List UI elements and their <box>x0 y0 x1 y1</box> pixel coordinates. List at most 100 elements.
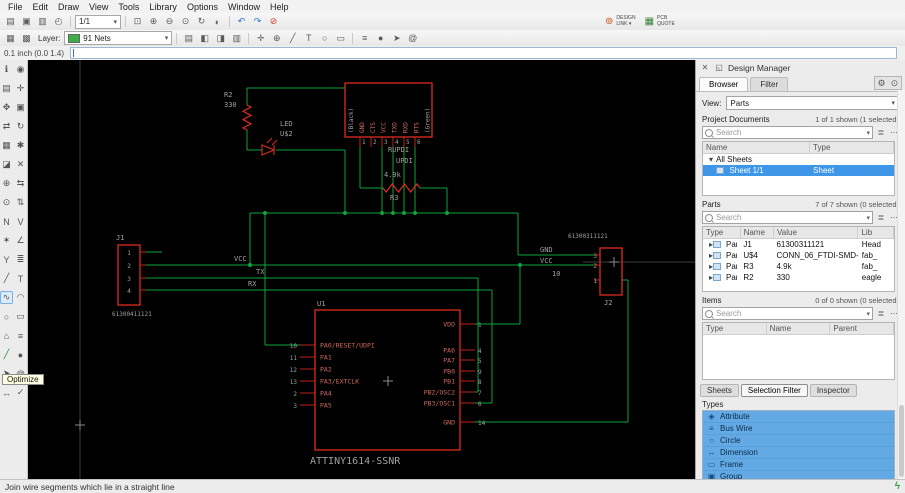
header-pin-name[interactable]: TXD <box>392 122 399 133</box>
smash-icon[interactable]: ✶ <box>0 234 13 247</box>
pin-number[interactable]: 2 <box>373 139 377 146</box>
wire-icon[interactable]: ╱ <box>0 272 13 285</box>
optimize-icon[interactable]: ∿ <box>0 291 13 304</box>
junction-dot[interactable] <box>413 211 417 215</box>
pin-number[interactable]: 6 <box>417 139 421 146</box>
grid-dots-icon[interactable]: ▩ <box>19 32 34 45</box>
gateswap-icon[interactable]: ⇅ <box>14 196 27 209</box>
mirror-icon[interactable]: ⇄ <box>0 120 13 133</box>
table-row[interactable]: ▸PartJ161300311121Head <box>703 239 894 250</box>
column-header[interactable]: Parent <box>830 323 894 334</box>
pin-number[interactable]: 9 <box>478 369 482 376</box>
net-label[interactable]: TX <box>256 268 265 276</box>
menu-help[interactable]: Help <box>265 2 294 12</box>
junction-dot[interactable] <box>391 211 395 215</box>
column-header[interactable]: Type <box>703 323 767 334</box>
menu-tools[interactable]: Tools <box>113 2 144 12</box>
zoom-out-icon[interactable]: ⊖ <box>162 15 177 28</box>
column-header[interactable]: Value <box>774 227 858 238</box>
net-label[interactable]: GND <box>540 246 553 254</box>
net-label[interactable]: R2 <box>224 91 232 99</box>
net-label[interactable]: LED <box>280 120 293 128</box>
list-view-icon[interactable]: ≣ <box>876 128 886 137</box>
pin-number[interactable]: 3 <box>293 403 297 410</box>
display-icon[interactable]: ▤ <box>0 82 13 95</box>
erc-icon[interactable]: ✓ <box>14 386 27 399</box>
column-header[interactable]: Lib <box>858 227 894 238</box>
float-panel-icon[interactable]: ◱ <box>714 63 724 73</box>
info-icon[interactable]: ℹ <box>0 63 13 76</box>
net-label[interactable]: RUPDI <box>388 146 409 154</box>
table-row[interactable]: ▾All Sheets <box>703 154 894 165</box>
u1-pin-name[interactable]: PA2 <box>320 366 332 374</box>
layer-selector[interactable]: 91 Nets ▾ <box>64 31 172 45</box>
led-symbol[interactable] <box>262 145 274 155</box>
schematic-canvas[interactable]: R2330LEDU$2RUPDIUPDI4.9kR3J161300411121V… <box>28 60 723 480</box>
list-view-icon[interactable]: ≣ <box>876 309 886 318</box>
text-tool-icon[interactable]: T <box>301 32 316 45</box>
tab-selection-filter[interactable]: Selection Filter <box>741 384 808 397</box>
zoom-in-icon[interactable]: ⊕ <box>146 15 161 28</box>
u1-pin-name[interactable]: PA4 <box>320 390 332 398</box>
move-tool-icon[interactable]: ✛ <box>253 32 268 45</box>
u1-pin-name[interactable]: PA1 <box>320 354 332 362</box>
close-icon[interactable]: ✕ <box>700 63 710 73</box>
junction-tool-icon[interactable]: ● <box>373 32 388 45</box>
header-pin-name[interactable]: (Black) <box>348 108 355 133</box>
pin-number[interactable]: 3 <box>127 276 131 283</box>
rotate-icon[interactable]: ↻ <box>14 120 27 133</box>
u1-pin-name[interactable]: PA7 <box>443 357 455 365</box>
tab-inspector[interactable]: Inspector <box>810 384 857 397</box>
net-label[interactable]: 61300411121 <box>112 311 152 318</box>
pin-number[interactable]: 12 <box>290 367 298 374</box>
pin-number[interactable]: 4 <box>395 139 399 146</box>
panel-settings-icon[interactable]: ⚙ <box>875 77 888 89</box>
type-row-attribute[interactable]: ◈Attribute <box>703 411 894 423</box>
pinswap-icon[interactable]: ⇆ <box>14 177 27 190</box>
text-icon[interactable]: T <box>14 272 27 285</box>
menu-window[interactable]: Window <box>223 2 265 12</box>
u1-pin-name[interactable]: VDD <box>443 321 455 329</box>
pin-number[interactable]: 1 <box>362 139 366 146</box>
scrollbar-thumb[interactable] <box>899 405 904 477</box>
column-header[interactable]: Name <box>741 227 774 238</box>
delete-icon[interactable]: ✕ <box>14 158 27 171</box>
u1-pin-name[interactable]: PA0/RESET/UDPI <box>320 342 375 350</box>
menu-library[interactable]: Library <box>144 2 182 12</box>
table-row[interactable]: Sheet 1/1Sheet <box>703 165 894 176</box>
redraw-icon[interactable]: ↻ <box>194 15 209 28</box>
type-row-dimension[interactable]: ↔Dimension <box>703 447 894 459</box>
menu-view[interactable]: View <box>84 2 113 12</box>
pin-number[interactable]: 10 <box>290 343 298 350</box>
net-label[interactable]: J1 <box>116 234 124 242</box>
pin-number[interactable]: 1 <box>127 250 131 257</box>
search-input-documents[interactable]: Search▾ <box>702 126 873 139</box>
table-row[interactable]: ▸PartR2330eagle <box>703 272 894 283</box>
column-header[interactable]: Type <box>703 227 741 238</box>
invoke-icon[interactable]: ≣ <box>14 253 27 266</box>
zoom-fit-icon[interactable]: ⊡ <box>130 15 145 28</box>
pin-number[interactable]: 5 <box>406 139 410 146</box>
rows-icon[interactable]: ▥ <box>229 32 244 45</box>
bus-tool-icon[interactable]: ≡ <box>357 32 372 45</box>
u1-pin-name[interactable]: PB3/OSC1 <box>424 400 455 408</box>
replace-icon[interactable]: ⊙ <box>0 196 13 209</box>
expand-arrow-icon[interactable]: ▸ <box>706 262 713 271</box>
table-row[interactable]: ▸PartR34.9kfab_ <box>703 261 894 272</box>
u1-pin-name[interactable]: PB0 <box>443 368 455 376</box>
change-icon[interactable]: ✱ <box>14 139 27 152</box>
net-label[interactable]: UPDI <box>396 157 413 165</box>
junction-dot[interactable] <box>248 263 252 267</box>
expand-arrow-icon[interactable]: ▾ <box>706 155 713 164</box>
stop-icon[interactable]: ⊘ <box>266 15 281 28</box>
u1-pin-name[interactable]: GND <box>443 419 455 427</box>
u1-pin-name[interactable]: PA5 <box>320 402 332 410</box>
circle-tool-icon[interactable]: ○ <box>317 32 332 45</box>
net-label[interactable]: R3 <box>390 194 398 202</box>
r3-resistor[interactable] <box>383 184 420 192</box>
sheet-selector[interactable]: 1/1 ▾ <box>75 15 121 29</box>
split-icon[interactable]: Y <box>0 253 13 266</box>
net-label[interactable]: 330 <box>224 101 237 109</box>
save-icon[interactable]: ▣ <box>19 15 34 28</box>
pin-number[interactable]: 2 <box>593 263 597 270</box>
